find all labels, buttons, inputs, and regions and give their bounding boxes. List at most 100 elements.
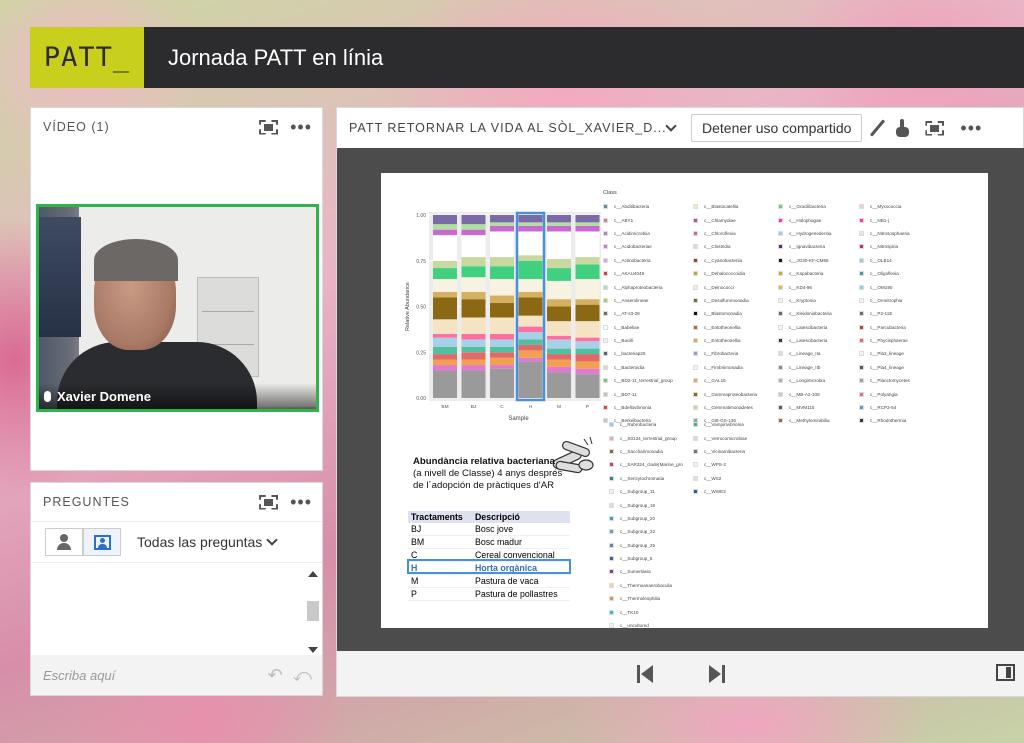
scroll-up-arrow-icon[interactable] [308,571,318,577]
legend-label: c__Desulfuromonadia [704,297,749,303]
legend-item: c__Actinobacteria [603,254,688,267]
legend-label: c__bacteriap25 [614,351,646,357]
legend-swatch [603,230,608,236]
stacked-bar-segment [547,215,571,223]
legend-item: c__Ignavibacteria [778,240,863,253]
previous-slide-icon[interactable] [637,664,653,683]
reply-all-icon[interactable]: ⤺ [293,665,312,686]
legend-swatch [609,529,614,535]
legend-item: c__Thermoleophilia [609,592,694,605]
video-panel: VÍDEO (1) ••• Xavier Domene [30,107,323,471]
x-tick-label: BJ [471,404,477,410]
questions-panel-title: PREGUNTES [43,495,130,509]
legend-swatch [859,230,864,236]
legend-item: c__Entotheonellia [693,334,778,347]
stop-sharing-button[interactable]: Detener uso compartido [691,114,863,142]
my-questions-toggle[interactable] [45,528,83,556]
pointer-hand-icon[interactable] [895,119,910,137]
user-card-icon [93,534,111,550]
more-options-icon[interactable]: ••• [290,493,312,511]
questions-scrollbar[interactable] [306,571,320,653]
fullscreen-icon[interactable] [259,120,278,135]
legend-swatch [859,391,864,397]
all-questions-toggle[interactable] [83,528,121,556]
stacked-bar-segment [490,231,514,258]
share-stage: 0.00 0.25 0.50 0.75 1.00 BM BJ C H M P Relative Abu… [337,148,1024,653]
legend-item: c__NB1-j [859,213,944,226]
legend-item: c__RCP2-54 [859,401,944,414]
stacked-bar-segment [575,348,600,355]
legend-swatch [778,391,783,397]
highlight-box [407,559,571,574]
shared-document-title[interactable]: PATT RETORNAR LA VIDA AL SÒL_XAVIER_D... [349,121,667,135]
legend-label: c__Holophagae [789,217,822,223]
legend-label: c__Phycisphaerae [870,338,908,344]
questions-list[interactable] [31,565,322,657]
participant-video[interactable]: Xavier Domene [36,204,319,412]
legend-label: c__Planctomycetes [870,378,910,384]
legend-label: c__Clostridia [704,244,731,250]
legend-swatch [693,405,698,411]
stacked-bar-segment [461,215,486,225]
fullscreen-icon[interactable] [925,121,944,136]
legend-swatch [859,257,864,263]
legend-label: c__MVM115 [789,405,815,411]
legend-column: c__Myxococcia c__NB1-j c__Nitrososphaeria c… [859,200,944,428]
legend-swatch [693,284,698,290]
y-tick-label: 0.75 [416,259,426,265]
legend-label: c__Acidimicrobiia [614,230,650,236]
legend-label: c__Gracilibacteria [789,204,826,210]
legend-swatch [603,338,608,344]
legend-swatch [603,217,608,223]
legend-swatch [859,311,864,317]
stacked-bar-segment [575,215,600,223]
legend-item: c__Subgroup_5 [609,552,694,565]
stacked-bar-segment [490,352,514,358]
questions-filter-dropdown[interactable]: Todas las preguntas [137,534,278,550]
legend-swatch [603,297,608,303]
legend-item: c__Chlamydiae [693,213,778,226]
draw-pen-icon[interactable] [870,119,886,137]
legend-item: c__Oligoflexia [859,267,944,280]
legend-label: c__Fimbriimonadia [704,364,743,370]
questions-panel: PREGUNTES ••• Todas las preguntas Escrib… [30,482,323,696]
legend-swatch [859,204,864,210]
legend-label: c__Latescibacteria [789,338,828,344]
more-options-icon[interactable]: ••• [290,118,312,136]
legend-swatch [693,217,698,223]
legend-swatch [859,324,864,330]
treatment-code: M [408,574,472,588]
stacked-bar-segment [518,291,543,298]
next-slide-icon[interactable] [709,664,725,683]
legend-swatch [859,217,864,223]
legend-swatch [859,271,864,277]
stacked-bar-segment [575,341,600,349]
stacked-bar-segment [547,258,571,269]
stacked-bar-segment [490,333,514,340]
scroll-down-arrow-icon[interactable] [308,647,318,653]
legend-label: c__Sericytochromatia [620,475,665,481]
chevron-down-icon[interactable] [665,120,677,132]
microphone-icon [44,390,51,402]
legend-item: c__Subgroup_11 [609,485,694,498]
legend-swatch [693,422,698,428]
fullscreen-icon[interactable] [259,495,278,510]
legend-item: c__WS2 [693,472,778,485]
question-input[interactable]: Escriba aquí [43,668,115,683]
legend-label: c__Subgroup_25 [620,542,655,548]
side-panel-toggle-icon[interactable] [996,664,1015,681]
scroll-thumb[interactable] [307,601,319,621]
stacked-bar-segment [461,333,486,340]
legend-label: c__Anaerolineae [614,297,649,303]
stacked-bar-segment [433,268,457,280]
legend-label: c__Subgroup_22 [620,529,655,535]
legend-swatch [859,297,864,303]
legend-label: c__Blastocatellia [704,204,739,210]
share-panel-header: PATT RETORNAR LA VIDA AL SÒL_XAVIER_D...… [337,108,1023,148]
reply-icon[interactable]: ↶ [268,665,283,686]
more-options-icon[interactable]: ••• [960,119,982,137]
legend-item: c__MB-A2-108 [778,387,863,400]
legend-label: c__NB1-j [870,217,889,223]
legend-item: c__Gracilibacteria [778,200,863,213]
legend-label: c__Saccharimonadia [620,448,663,454]
